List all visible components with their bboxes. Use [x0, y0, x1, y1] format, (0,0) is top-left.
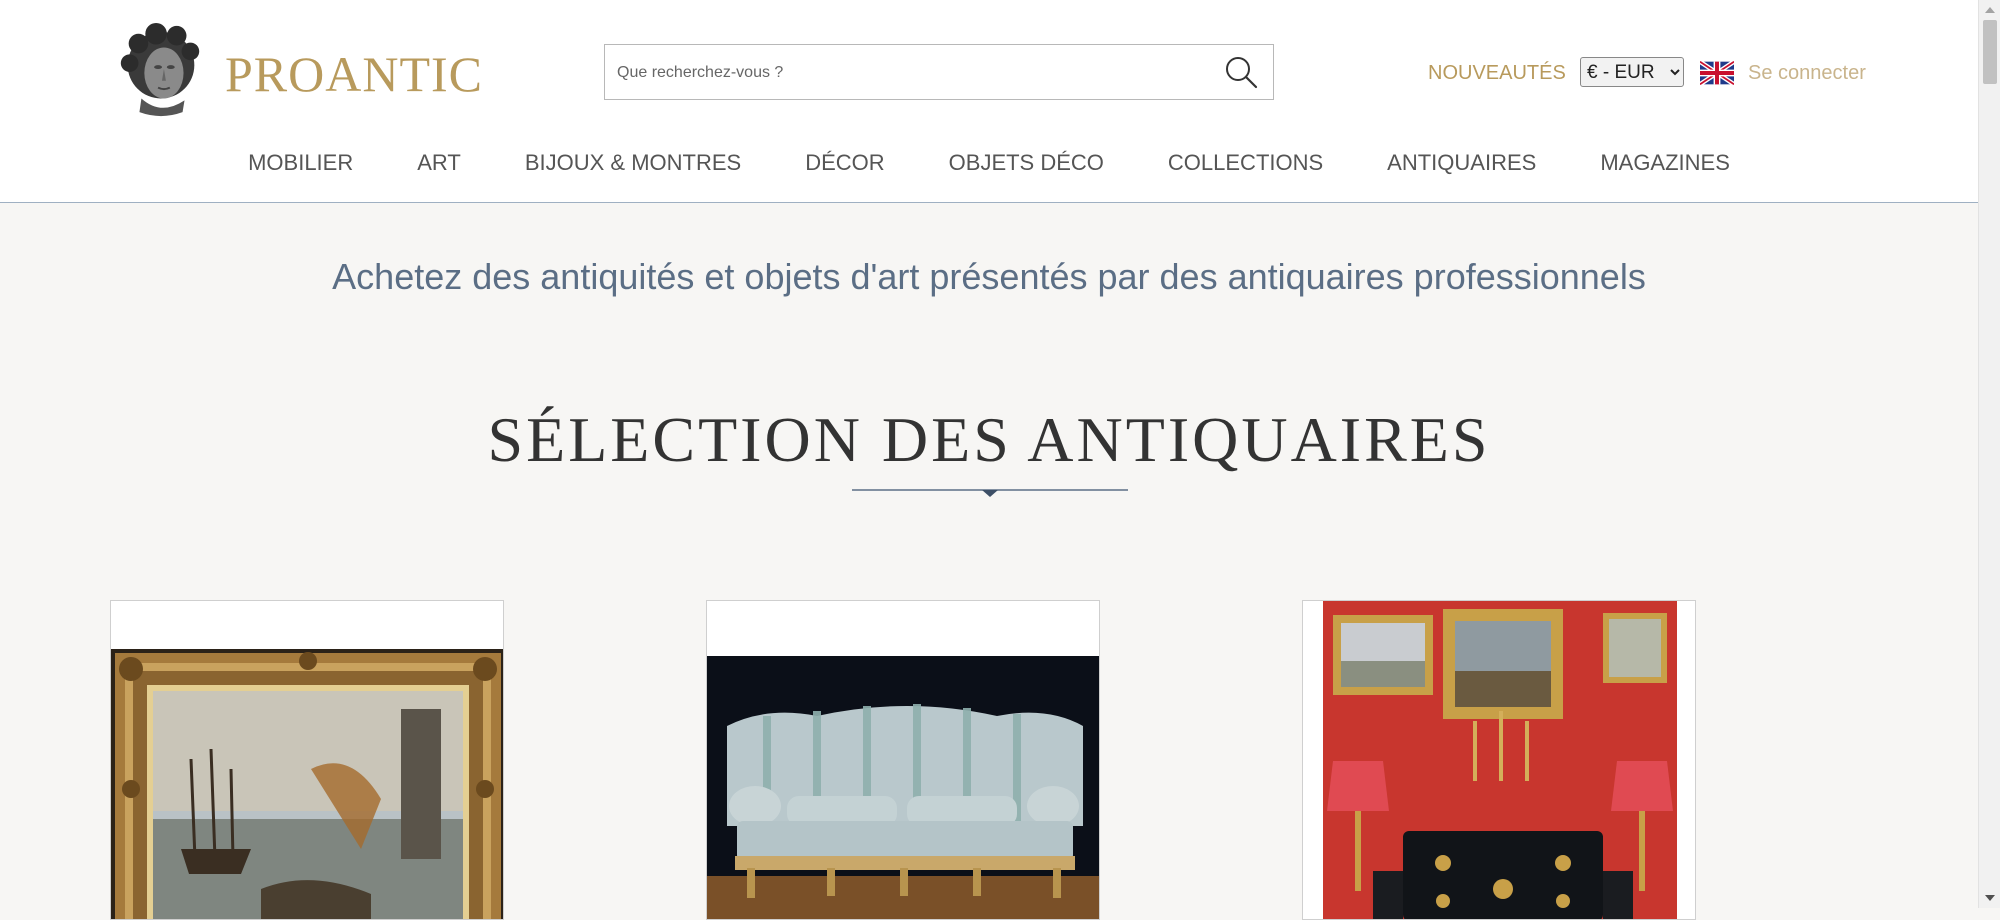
nav-item-objets-deco[interactable]: OBJETS DÉCO	[917, 146, 1136, 180]
nav-item-mobilier[interactable]: MOBILIER	[216, 146, 385, 180]
scroll-up-arrow-icon[interactable]	[1984, 5, 1996, 15]
section-title: SÉLECTION DES ANTIQUAIRES	[487, 404, 1491, 475]
scrollbar-thumb[interactable]	[1983, 20, 1997, 84]
search-input[interactable]	[615, 45, 1209, 101]
product-image-painting	[111, 649, 503, 919]
product-image-commode	[1323, 601, 1677, 919]
brand-name[interactable]: PROANTIC	[225, 44, 483, 104]
nav-item-decor[interactable]: DÉCOR	[773, 146, 916, 180]
nav-item-magazines[interactable]: MAGAZINES	[1568, 146, 1762, 180]
product-card-commode[interactable]	[1302, 600, 1696, 920]
nav-item-collections[interactable]: COLLECTIONS	[1136, 146, 1355, 180]
statue-head-logo-icon	[120, 22, 200, 117]
product-image-sofa	[707, 656, 1099, 919]
nav-item-bijoux-montres[interactable]: BIJOUX & MONTRES	[493, 146, 773, 180]
scroll-down-arrow-icon[interactable]	[1984, 893, 1996, 903]
nav-item-art[interactable]: ART	[385, 146, 493, 180]
nav-item-antiquaires[interactable]: ANTIQUAIRES	[1355, 146, 1568, 180]
title-divider	[852, 489, 1128, 497]
search-icon[interactable]	[1223, 54, 1259, 90]
product-card-painting[interactable]	[110, 600, 504, 920]
currency-select[interactable]: € - EUR	[1580, 57, 1684, 87]
main-nav: MOBILIER ART BIJOUX & MONTRES DÉCOR OBJE…	[0, 146, 1978, 180]
login-link[interactable]: Se connecter	[1748, 60, 1866, 86]
product-card-sofa[interactable]	[706, 600, 1100, 920]
page-scrollbar[interactable]	[1978, 0, 2000, 908]
page-tagline: Achetez des antiquités et objets d'art p…	[332, 256, 1646, 297]
search-box	[604, 44, 1274, 101]
site-header: PROANTIC NOUVEAUTÉS € - EUR Se connecter…	[0, 0, 1978, 203]
uk-flag-icon[interactable]	[1700, 61, 1734, 85]
new-arrivals-link[interactable]: NOUVEAUTÉS	[1428, 60, 1566, 86]
